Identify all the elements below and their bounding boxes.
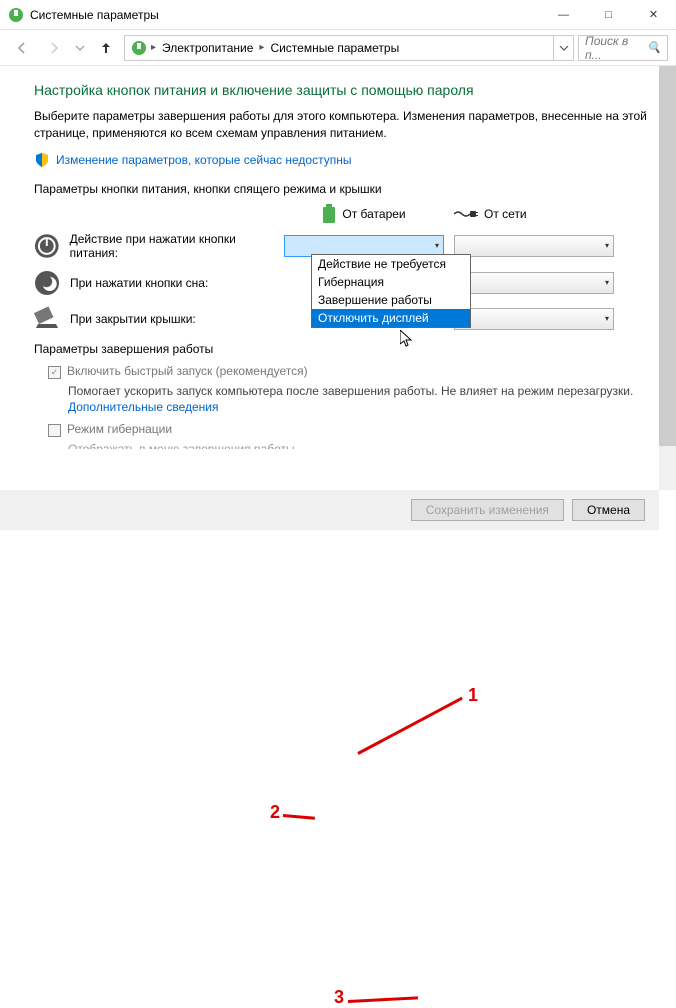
search-placeholder: Поиск в п... [585, 34, 647, 62]
footer: Сохранить изменения Отмена [0, 490, 659, 530]
breadcrumb-segment[interactable]: Электропитание [160, 41, 255, 55]
page-description: Выберите параметры завершения работы для… [34, 108, 648, 142]
dropdown-item[interactable]: Завершение работы [312, 291, 470, 309]
plug-icon [454, 208, 478, 220]
col-battery-label: От батареи [342, 207, 405, 221]
minimize-button[interactable]: — [541, 0, 586, 30]
annotation-line-3 [348, 996, 418, 1003]
chevron-down-icon: ▾ [435, 241, 439, 250]
vertical-scrollbar[interactable] [659, 66, 676, 490]
window-title: Системные параметры [30, 8, 541, 22]
content-area: Настройка кнопок питания и включение защ… [0, 66, 676, 490]
titlebar: Системные параметры — □ ✕ [0, 0, 676, 30]
fast-startup-description: Помогает ускорить запуск компьютера посл… [68, 383, 648, 417]
save-button[interactable]: Сохранить изменения [411, 499, 564, 521]
combo-lid-ac[interactable]: ▾ [454, 308, 614, 330]
shield-icon [34, 152, 50, 168]
scrollbar-thumb[interactable] [659, 66, 676, 446]
annotation-2: 2 [270, 802, 280, 823]
nav-forward-button[interactable] [40, 34, 68, 62]
sleep-button-icon [34, 270, 60, 296]
search-input[interactable]: Поиск в п... 🔍 [578, 35, 668, 61]
breadcrumb[interactable]: ▸ Электропитание ▸ Системные параметры [124, 35, 554, 61]
annotation-line-2 [283, 814, 315, 820]
navbar: ▸ Электропитание ▸ Системные параметры П… [0, 30, 676, 66]
nav-dropdown-button[interactable] [72, 34, 88, 62]
cancel-button[interactable]: Отмена [572, 499, 645, 521]
more-info-link[interactable]: Дополнительные сведения [68, 400, 218, 414]
checkbox-row-fast-startup: ✓ Включить быстрый запуск (рекомендуется… [48, 364, 648, 379]
dropdown-menu: Действие не требуется Гибернация Заверше… [311, 254, 471, 328]
dropdown-item-selected[interactable]: Отключить дисплей [312, 309, 470, 327]
power-plan-icon [131, 40, 147, 56]
chevron-down-icon: ▾ [605, 278, 609, 287]
column-headers: От батареи От сети [34, 204, 648, 224]
laptop-lid-icon [34, 306, 60, 332]
section-title-buttons: Параметры кнопки питания, кнопки спящего… [34, 182, 648, 196]
chevron-right-icon: ▸ [259, 42, 264, 53]
search-icon: 🔍 [647, 41, 661, 54]
window-controls: — □ ✕ [541, 0, 676, 30]
dropdown-item[interactable]: Гибернация [312, 273, 470, 291]
checkbox-hibernation[interactable] [48, 424, 61, 437]
battery-icon [322, 204, 336, 224]
annotation-1: 1 [468, 685, 478, 706]
annotation-line-1 [357, 697, 463, 755]
maximize-button[interactable]: □ [586, 0, 631, 30]
combo-power-ac[interactable]: ▾ [454, 235, 614, 257]
checkbox-label: Режим гибернации [67, 422, 172, 436]
chevron-down-icon: ▾ [605, 314, 609, 323]
power-button-icon [34, 233, 60, 259]
change-unavailable-link[interactable]: Изменение параметров, которые сейчас нед… [56, 153, 352, 167]
section-title-shutdown: Параметры завершения работы [34, 342, 648, 356]
setting-row-power-button: Действие при нажатии кнопки питания: ▾ ▾… [34, 232, 648, 260]
row-label-text: При нажатии кнопки сна: [70, 276, 208, 290]
chevron-down-icon: ▾ [605, 241, 609, 250]
close-button[interactable]: ✕ [631, 0, 676, 30]
checkbox-row-hibernation: Режим гибернации [48, 422, 648, 437]
dropdown-item[interactable]: Действие не требуется [312, 255, 470, 273]
power-options-icon [8, 7, 24, 23]
col-ac-label: От сети [484, 207, 527, 221]
breadcrumb-dropdown-button[interactable] [554, 35, 574, 61]
chevron-right-icon: ▸ [151, 42, 156, 53]
row-label-text: Действие при нажатии кнопки питания: [70, 232, 284, 260]
row-label-text: При закрытии крышки: [70, 312, 196, 326]
nav-back-button[interactable] [8, 34, 36, 62]
hibernation-description: Отображать в меню завершения работы [68, 441, 648, 449]
combo-sleep-ac[interactable]: ▾ [454, 272, 614, 294]
mouse-cursor [400, 330, 414, 351]
checkbox-fast-startup[interactable]: ✓ [48, 366, 61, 379]
checkbox-label: Включить быстрый запуск (рекомендуется) [67, 364, 308, 378]
annotation-3: 3 [334, 987, 344, 1008]
breadcrumb-segment[interactable]: Системные параметры [268, 41, 401, 55]
nav-up-button[interactable] [92, 34, 120, 62]
page-heading: Настройка кнопок питания и включение защ… [34, 82, 648, 98]
